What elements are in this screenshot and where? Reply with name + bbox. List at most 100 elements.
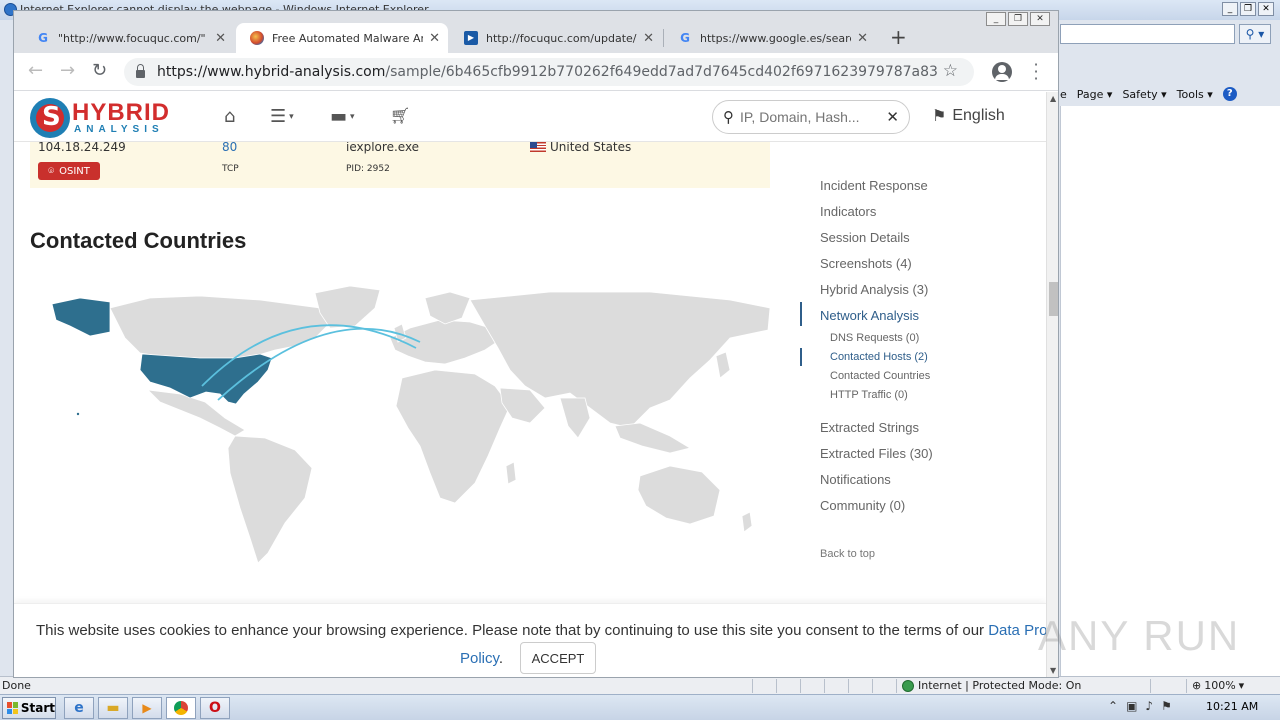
ie-cmd-tools[interactable]: Tools ▾ [1177,88,1213,101]
back-arrow-icon[interactable]: ← [28,60,43,81]
sidebar-subitem-contacted-countries[interactable]: Contacted Countries [830,370,930,382]
sidebar-item-extracted-strings[interactable]: Extracted Strings [820,420,919,435]
sidebar-item-community[interactable]: Community (0) [820,498,905,513]
list-menu[interactable]: ☰ ▾ [270,106,294,127]
close-icon[interactable]: ✕ [1258,2,1274,16]
sidebar-item-network-analysis[interactable]: Network Analysis [820,308,919,323]
new-tab-button[interactable]: + [890,25,907,49]
map-africa [395,369,511,504]
sidebar-subitem-http-traffic[interactable]: HTTP Traffic (0) [830,389,908,401]
host-port[interactable]: 80 [222,140,237,154]
map-scandinavia [424,291,471,325]
tab-close-icon[interactable]: ✕ [857,31,868,46]
minimize-icon[interactable]: _ [986,12,1006,26]
tab-google-search[interactable]: G https://www.google.es/search ✕ [664,23,876,53]
restore-icon[interactable]: ❐ [1008,12,1028,26]
page-scrollbar[interactable]: ▲ ▼ [1046,92,1058,677]
tray-arrow-icon[interactable]: ⌃ [1108,699,1118,713]
map-madagascar [505,461,517,485]
minimize-icon[interactable]: _ [1222,2,1238,16]
ie-search-box[interactable] [1060,24,1235,44]
bookmark-star-icon[interactable]: ☆ [943,61,958,81]
sidebar-item-incident-response[interactable]: Incident Response [820,178,928,193]
sidebar-item-screenshots[interactable]: Screenshots (4) [820,256,912,271]
site-header: HYBRID ANALYSIS ⌂ ☰▾ ▬▾ 🛒︎ ⚲ ✕ ⚑ English… [14,92,1046,142]
us-flag-icon [530,142,546,152]
hybrid-analysis-logo[interactable]: HYBRID ANALYSIS [30,96,198,140]
logo-text: HYBRID [72,99,171,126]
ie-cmd-safety[interactable]: Safety ▾ [1122,88,1166,101]
folder-icon: ▬ [106,700,120,716]
ie-search-button[interactable]: ⚲ ▾ [1239,24,1271,44]
ie-command-bar: e Page ▾ Safety ▾ Tools ▾ ? [1060,84,1280,104]
map-india [559,397,591,439]
search-input[interactable] [740,109,870,125]
taskbar-media-player[interactable]: ▶ [132,697,162,719]
cookie-text: This website uses cookies to enhance you… [36,622,1046,639]
map-europe [389,319,501,365]
ie-cmd-partial: e [1060,87,1067,101]
section-title: Contacted Countries [30,228,247,253]
reload-icon[interactable]: ↻ [92,60,107,81]
tab-focuquc-search[interactable]: G "http://www.focuquc.com/" - S ✕ [22,23,234,53]
flag-icon: ⚑ [932,108,947,125]
osint-badge[interactable]: ⌾ OSINT [38,162,100,180]
url-text[interactable]: https://www.hybrid-analysis.com/sample/6… [157,64,937,80]
profile-icon[interactable] [992,62,1012,82]
sidebar-item-notifications[interactable]: Notifications [820,472,891,487]
site-search: ⚲ ✕ [712,100,910,134]
protected-mode-status: Internet | Protected Mode: On [902,679,1081,692]
taskbar-ie[interactable]: e [64,697,94,719]
restore-icon[interactable]: ❐ [1240,2,1256,16]
help-icon[interactable]: ? [1222,87,1237,101]
volume-icon[interactable]: ♪ [1145,699,1153,713]
map-australia [637,465,721,525]
home-icon[interactable]: ⌂ [224,106,235,127]
system-tray: ⌃ ▣ ♪ ⚑ [1108,699,1172,713]
sidebar-item-session-details[interactable]: Session Details [820,230,910,245]
windows-logo-icon [7,702,18,714]
host-process: iexplore.exe [346,140,420,154]
network-icon[interactable]: ▣ [1126,699,1137,713]
cart-icon[interactable]: 🛒︎ [390,106,410,125]
tab-close-icon[interactable]: ✕ [429,31,440,46]
back-to-top-link[interactable]: Back to top [820,548,875,560]
sidebar-item-indicators[interactable]: Indicators [820,204,876,219]
zoom-control[interactable]: ⊕ 100% ▾ [1192,679,1244,692]
tab-close-icon[interactable]: ✕ [643,31,654,46]
start-button[interactable]: Start [2,697,56,719]
ie-content-area [1060,106,1280,676]
sidebar-item-hybrid-analysis[interactable]: Hybrid Analysis (3) [820,282,928,297]
map-alaska [51,297,111,337]
clock[interactable]: 10:21 AM [1206,700,1258,713]
folder-menu[interactable]: ▬ ▾ [330,106,355,127]
tab-close-icon[interactable]: ✕ [215,31,226,46]
tab-focuquc-update[interactable]: ▶ http://focuquc.com/update/?x ✕ [450,23,662,53]
menu-dots-icon[interactable]: · · · [1032,57,1040,87]
tab-hybrid-analysis[interactable]: Free Automated Malware Analy ✕ [236,23,448,53]
host-pid: PID: 2952 [346,164,390,174]
scroll-thumb[interactable] [1049,282,1058,316]
scroll-up-icon[interactable]: ▲ [1050,94,1056,103]
forward-arrow-icon[interactable]: → [60,60,75,81]
world-map [51,285,771,564]
taskbar-chrome[interactable] [166,697,196,719]
language-selector[interactable]: ⚑ English ▼ [932,106,1046,126]
taskbar-explorer[interactable]: ▬ [98,697,128,719]
ie-cmd-page[interactable]: Page ▾ [1077,88,1113,101]
address-bar[interactable]: https://www.hybrid-analysis.com/sample/6… [124,58,974,86]
host-ip[interactable]: 104.18.24.249 [38,140,126,154]
globe-icon [902,679,914,692]
policy-link[interactable]: Policy [460,650,499,667]
page-viewport: HYBRID ANALYSIS ⌂ ☰▾ ▬▾ 🛒︎ ⚲ ✕ ⚑ English… [14,92,1046,677]
accept-cookies-button[interactable]: ACCEPT [520,642,596,674]
opera-icon: O [209,700,221,716]
sidebar-subitem-contacted-hosts[interactable]: Contacted Hosts (2) [830,351,928,363]
taskbar-opera[interactable]: O [200,697,230,719]
scroll-down-icon[interactable]: ▼ [1050,666,1056,675]
action-center-flag-icon[interactable]: ⚑ [1161,699,1172,713]
sidebar-item-extracted-files[interactable]: Extracted Files (30) [820,446,933,461]
clear-search-icon[interactable]: ✕ [886,108,899,126]
sidebar-subitem-dns-requests[interactable]: DNS Requests (0) [830,332,919,344]
close-icon[interactable]: ✕ [1030,12,1050,26]
